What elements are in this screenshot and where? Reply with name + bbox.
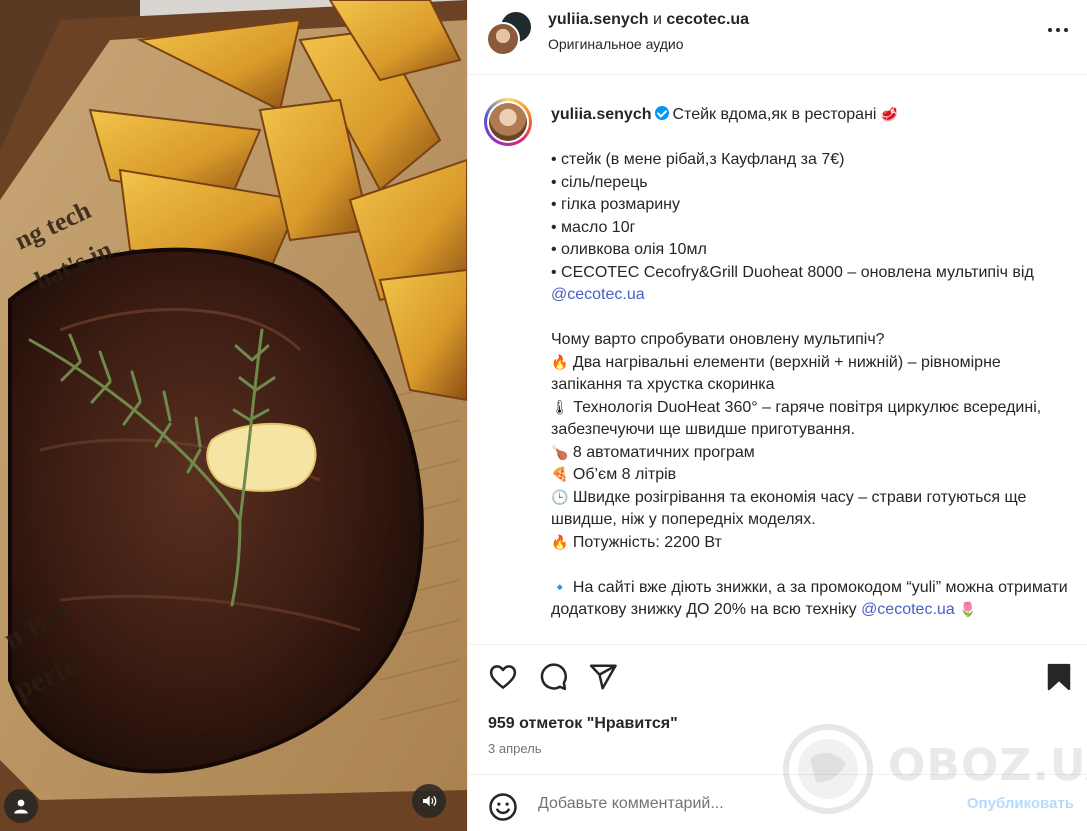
collab-avatars[interactable]: [486, 10, 533, 56]
header-username-1[interactable]: yuliia.senych: [548, 11, 649, 28]
clock-emoji-icon: 🕒: [551, 489, 569, 506]
send-icon[interactable]: [588, 662, 618, 692]
avatar-yuliia[interactable]: [486, 22, 520, 56]
pizza-emoji-icon: 🍕: [551, 467, 569, 483]
feature-item: 🕒 Швидке розігрівання та економія часу –…: [551, 488, 1027, 529]
header-username-2[interactable]: cecotec.ua: [666, 11, 749, 28]
header-separator: и: [652, 11, 662, 28]
post-media[interactable]: ng tech hat's in n Bel perfe: [0, 0, 467, 831]
caption-title: Стейк вдома,як в ресторані: [672, 106, 877, 123]
caption-question: Чому варто спробувати оновлену мультипіч…: [551, 331, 885, 348]
feature-item: 🔥 Потужність: 2200 Вт: [551, 533, 722, 551]
feature-item: 🍕 Об’єм 8 літрів: [551, 466, 677, 483]
post-date[interactable]: 3 апрель: [488, 741, 542, 756]
caption-avatar[interactable]: [484, 98, 532, 146]
like-count[interactable]: 959 отметок "Нравится": [488, 715, 678, 733]
ingredient-item: • CECOTEC Cecofry&Grill Duoheat 8000 – о…: [551, 263, 1034, 281]
meat-emoji-icon: 🥩: [880, 107, 899, 123]
post-panel: yuliia.senych и cecotec.ua Оригинальное …: [467, 0, 1087, 831]
promo-paragraph: 🔹 На сайті вже діють знижки, а за промок…: [551, 578, 1068, 619]
more-icon: [1048, 28, 1052, 32]
action-bar: 959 отметок "Нравится" 3 апрель: [468, 644, 1087, 774]
ingredient-item: • гілка розмарину: [551, 196, 680, 213]
user-icon: [14, 799, 28, 814]
audio-toggle-button[interactable]: [412, 784, 446, 818]
speaker-icon: [423, 795, 437, 807]
feature-item: 🌡 Технологія DuoHeat 360° – гаряче повіт…: [551, 398, 1042, 439]
mention-link[interactable]: @cecotec.ua: [861, 601, 955, 618]
fire-emoji-icon: 🔥: [551, 354, 569, 371]
ingredient-item: • оливкова олія 10мл: [551, 241, 707, 258]
collab-names: yuliia.senych и cecotec.ua: [548, 11, 749, 29]
tulip-emoji-icon: 🌷: [959, 602, 977, 618]
bookmark-icon[interactable]: [1044, 662, 1074, 692]
fire-emoji-icon: 🔥: [551, 534, 569, 551]
tagged-users-button[interactable]: [4, 789, 38, 823]
original-audio-link[interactable]: Оригинальное аудио: [548, 36, 684, 52]
post-comment-button[interactable]: Опубликовать: [967, 795, 1074, 812]
thermometer-emoji-icon: 🌡: [551, 399, 569, 416]
ingredient-item: • сіль/перець: [551, 173, 648, 191]
caption-text: yuliia.senych Стейк вдома,як в ресторані …: [551, 104, 1076, 622]
comment-bar: Опубликовать: [468, 774, 1087, 831]
steak-photo: ng tech hat's in n Bel perfe: [0, 0, 467, 831]
ingredient-item: • стейк (в мене рібай,з Кауфланд за 7€): [551, 151, 845, 168]
caption-area[interactable]: yuliia.senych Стейк вдома,як в ресторані …: [468, 76, 1087, 643]
feature-item: 🍗 8 автоматичних програм: [551, 443, 755, 461]
feature-item: 🔥 Два нагрівальні елементи (верхній + ни…: [551, 353, 1001, 394]
avatar-image: [489, 103, 527, 141]
mention-link[interactable]: @cecotec.ua: [551, 286, 645, 303]
heart-icon[interactable]: [488, 662, 518, 692]
more-options-button[interactable]: [1048, 28, 1068, 32]
comment-icon[interactable]: [538, 662, 568, 692]
ingredient-item: • масло 10г: [551, 218, 636, 236]
caption-username[interactable]: yuliia.senych: [551, 106, 652, 123]
smiley-icon[interactable]: [488, 792, 518, 822]
post-header: yuliia.senych и cecotec.ua Оригинальное …: [468, 0, 1087, 75]
comment-input[interactable]: [538, 793, 938, 815]
diamond-emoji-icon: 🔹: [551, 579, 569, 596]
verified-badge-icon: [654, 106, 669, 120]
drumstick-emoji-icon: 🍗: [551, 444, 569, 461]
